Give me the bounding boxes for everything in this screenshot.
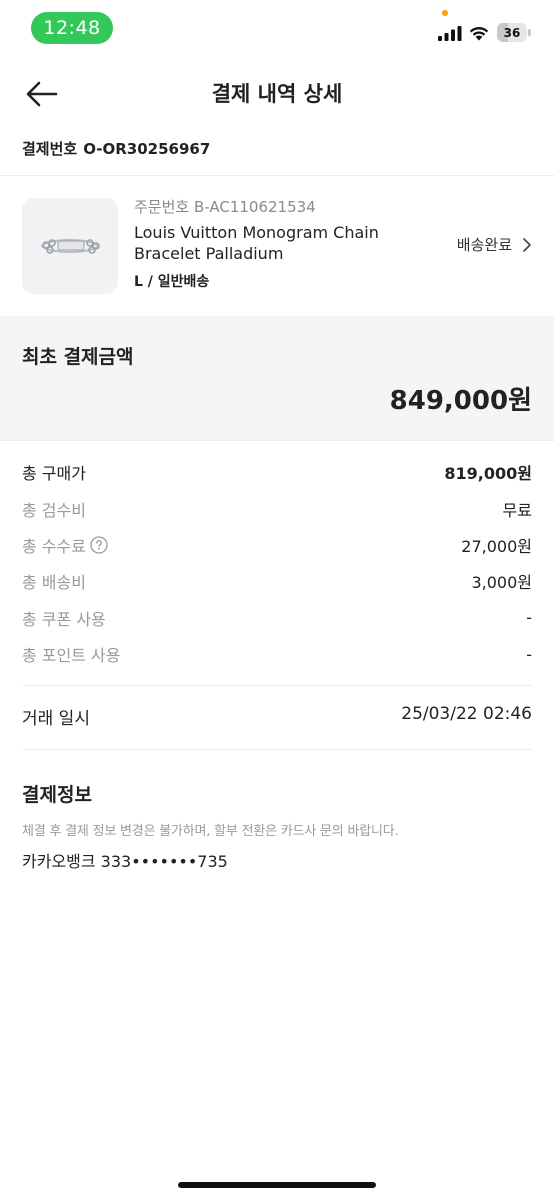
- initial-payment-section: 최초 결제금액 849,000원: [0, 316, 554, 440]
- payment-info-title: 결제정보: [22, 784, 92, 806]
- breakdown-label: 총 검수비: [22, 500, 86, 520]
- divider: [22, 685, 532, 686]
- home-indicator: [178, 1182, 376, 1188]
- cellular-signal-icon: [438, 26, 462, 41]
- transaction-date-value: 25/03/22 02:46: [401, 704, 532, 724]
- wifi-icon: [469, 26, 489, 41]
- page-title: 결제 내역 상세: [211, 82, 343, 106]
- status-time: 12:48: [31, 12, 113, 44]
- product-info: 주문번호 B-AC110621534 Louis Vuitton Monogra…: [134, 196, 434, 292]
- status-bar: 12:48 36: [0, 0, 554, 56]
- app-header: 결제 내역 상세: [0, 66, 554, 122]
- product-name-line1: Louis Vuitton Monogram Chain: [134, 223, 379, 242]
- initial-payment-amount: 849,000원: [389, 386, 532, 416]
- breakdown-label: 총 배송비: [22, 573, 86, 593]
- product-name-line2: Bracelet Palladium: [134, 244, 284, 263]
- payment-number: 결제번호 O-OR30256967: [22, 138, 216, 159]
- breakdown-row-inspection-fee: 총 검수비 무료: [22, 490, 532, 526]
- battery-icon: 36: [497, 23, 531, 42]
- breakdown-label: 총 포인트 사용: [22, 646, 121, 666]
- divider: [22, 749, 532, 750]
- breakdown-value: -: [526, 608, 532, 628]
- order-number: 주문번호 B-AC110621534: [134, 198, 316, 216]
- breakdown-row-points: 총 포인트 사용 -: [22, 636, 532, 672]
- breakdown-value: 27,000원: [461, 536, 532, 556]
- breakdown-row-shipping-fee: 총 배송비 3,000원: [22, 563, 532, 599]
- arrow-left-icon[interactable]: [24, 78, 60, 110]
- breakdown-value: 3,000원: [471, 573, 532, 593]
- breakdown-label: 총 구매가: [22, 464, 86, 484]
- breakdown-row-commission: 총 수수료 27,000원: [22, 527, 532, 563]
- transaction-date-label: 거래 일시: [22, 709, 90, 729]
- product-name: Louis Vuitton Monogram Chain Bracelet Pa…: [134, 222, 434, 264]
- payment-info-notice: 체결 후 결제 정보 변경은 불가하며, 할부 전환은 카드사 문의 바랍니다.: [22, 824, 399, 839]
- product-option: L / 일반배송: [134, 274, 210, 290]
- breakdown-value: 819,000원: [444, 464, 532, 484]
- bracelet-image: [40, 239, 100, 254]
- breakdown-label: 총 수수료: [22, 536, 86, 556]
- shipping-status-link[interactable]: 배송완료: [457, 234, 532, 255]
- product-card[interactable]: 주문번호 B-AC110621534 Louis Vuitton Monogra…: [0, 196, 554, 296]
- privacy-indicator-dot: [442, 10, 448, 16]
- payment-number-value: O-OR30256967: [83, 140, 211, 158]
- breakdown-value: -: [526, 644, 532, 664]
- payment-method: 카카오뱅크 333•••••••735: [22, 852, 228, 871]
- initial-payment-label: 최초 결제금액: [22, 346, 134, 368]
- breakdown-row-purchase-price: 총 구매가 819,000원: [22, 454, 532, 490]
- breakdown-label: 총 쿠폰 사용: [22, 609, 106, 629]
- breakdown-row-coupon: 총 쿠폰 사용 -: [22, 600, 532, 636]
- divider: [0, 440, 554, 441]
- chevron-right-icon: [523, 237, 531, 252]
- product-image: [22, 198, 118, 294]
- breakdown-label-with-help: 총 수수료: [22, 533, 108, 557]
- battery-level: 36: [503, 25, 521, 40]
- payment-number-label: 결제번호: [22, 140, 78, 158]
- transaction-date-row: 거래 일시 25/03/22 02:46: [22, 704, 532, 729]
- divider: [0, 175, 554, 176]
- shipping-status: 배송완료: [456, 236, 512, 254]
- breakdown-value: 무료: [502, 500, 532, 520]
- question-circle-icon[interactable]: [90, 536, 108, 554]
- price-breakdown: 총 구매가 819,000원 총 검수비 무료 총 수수료 27,000원 총 …: [22, 454, 532, 672]
